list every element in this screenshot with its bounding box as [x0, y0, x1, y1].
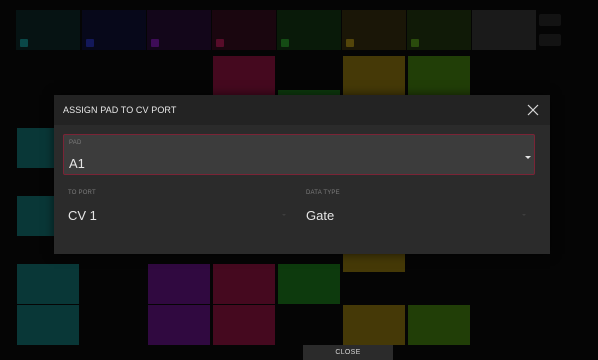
chevron-down-icon	[525, 156, 531, 159]
close-icon[interactable]	[524, 101, 542, 119]
data-type-label: DATA TYPE	[306, 190, 340, 196]
dialog-title: ASSIGN PAD TO CV PORT	[63, 105, 177, 115]
dialog-header: ASSIGN PAD TO CV PORT	[54, 95, 550, 125]
pad-select[interactable]: PAD A1	[63, 134, 535, 175]
data-type-value: Gate	[306, 208, 335, 223]
close-button[interactable]: CLOSE	[303, 345, 393, 360]
chevron-down-icon	[522, 214, 526, 216]
data-type-select[interactable]: DATA TYPE Gate	[306, 183, 526, 228]
to-port-value: CV 1	[68, 208, 97, 223]
assign-pad-dialog: ASSIGN PAD TO CV PORT PAD A1 TO PORT CV …	[54, 95, 550, 254]
to-port-label: TO PORT	[68, 190, 96, 196]
pad-label: PAD	[69, 140, 82, 146]
chevron-down-icon	[282, 214, 286, 216]
to-port-select[interactable]: TO PORT CV 1	[68, 183, 286, 228]
pad-value: A1	[69, 156, 85, 171]
close-button-label: CLOSE	[335, 349, 361, 356]
